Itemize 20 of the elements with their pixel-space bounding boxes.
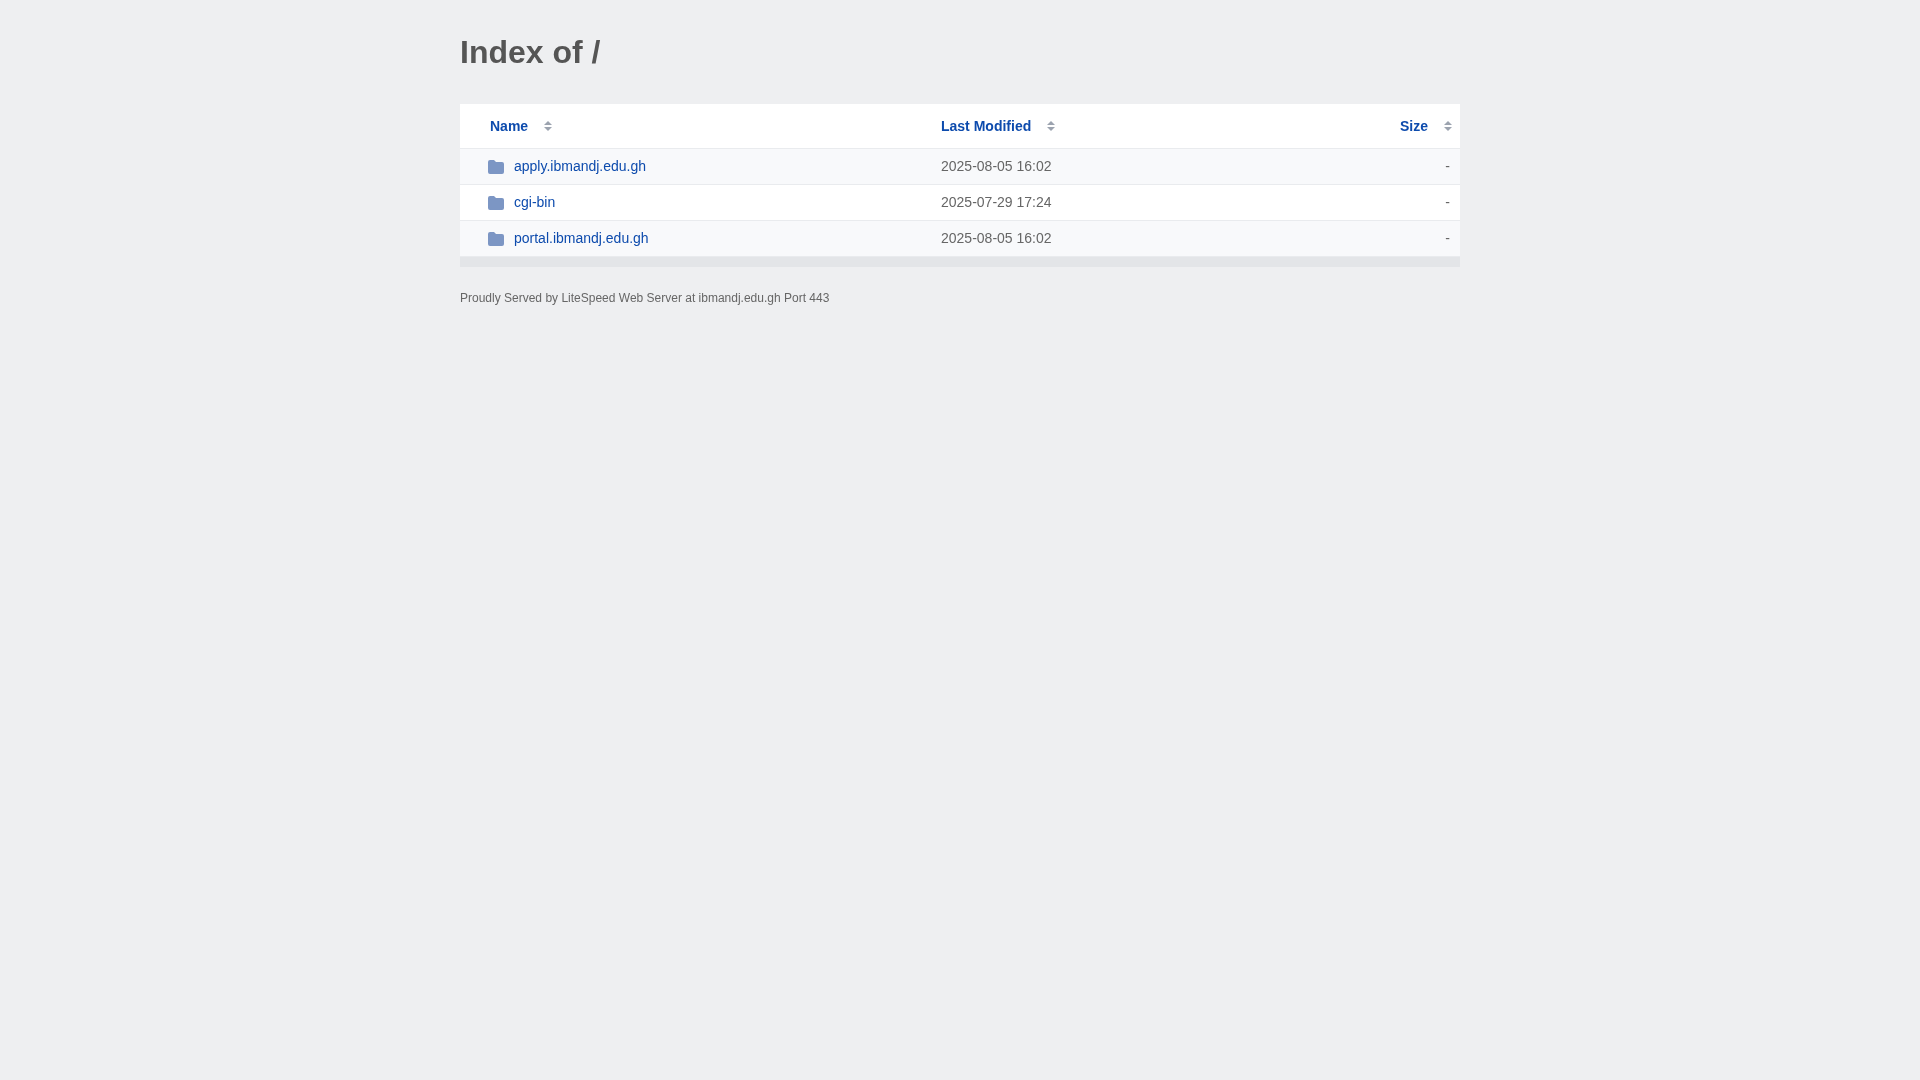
last-modified-column-header[interactable]: Last Modified: [941, 115, 1032, 137]
modified-date: 2025-08-05 16:02: [941, 230, 1052, 246]
folder-link[interactable]: cgi-bin: [514, 192, 556, 213]
sort-icon: [1444, 121, 1452, 131]
modified-date: 2025-07-29 17:24: [941, 194, 1052, 210]
modified-date: 2025-08-05 16:02: [941, 158, 1052, 174]
folder-link[interactable]: apply.ibmandj.edu.gh: [514, 156, 647, 177]
name-column-header[interactable]: Name: [490, 115, 529, 137]
folder-icon: [488, 231, 504, 246]
page-title: Index of /: [460, 33, 601, 72]
server-footer: Proudly Served by LiteSpeed Web Server at ibmandj.edu.gh Port 443: [460, 289, 830, 307]
folder-icon: [488, 195, 504, 210]
folder-icon: [488, 159, 504, 174]
folder-link[interactable]: portal.ibmandj.edu.gh: [514, 228, 649, 249]
size-column-header[interactable]: Size: [1400, 115, 1428, 137]
file-size: -: [1445, 193, 1450, 212]
file-size: -: [1445, 157, 1450, 176]
sort-icon: [544, 121, 553, 131]
file-size: -: [1445, 229, 1450, 248]
sort-icon: [1047, 121, 1056, 131]
